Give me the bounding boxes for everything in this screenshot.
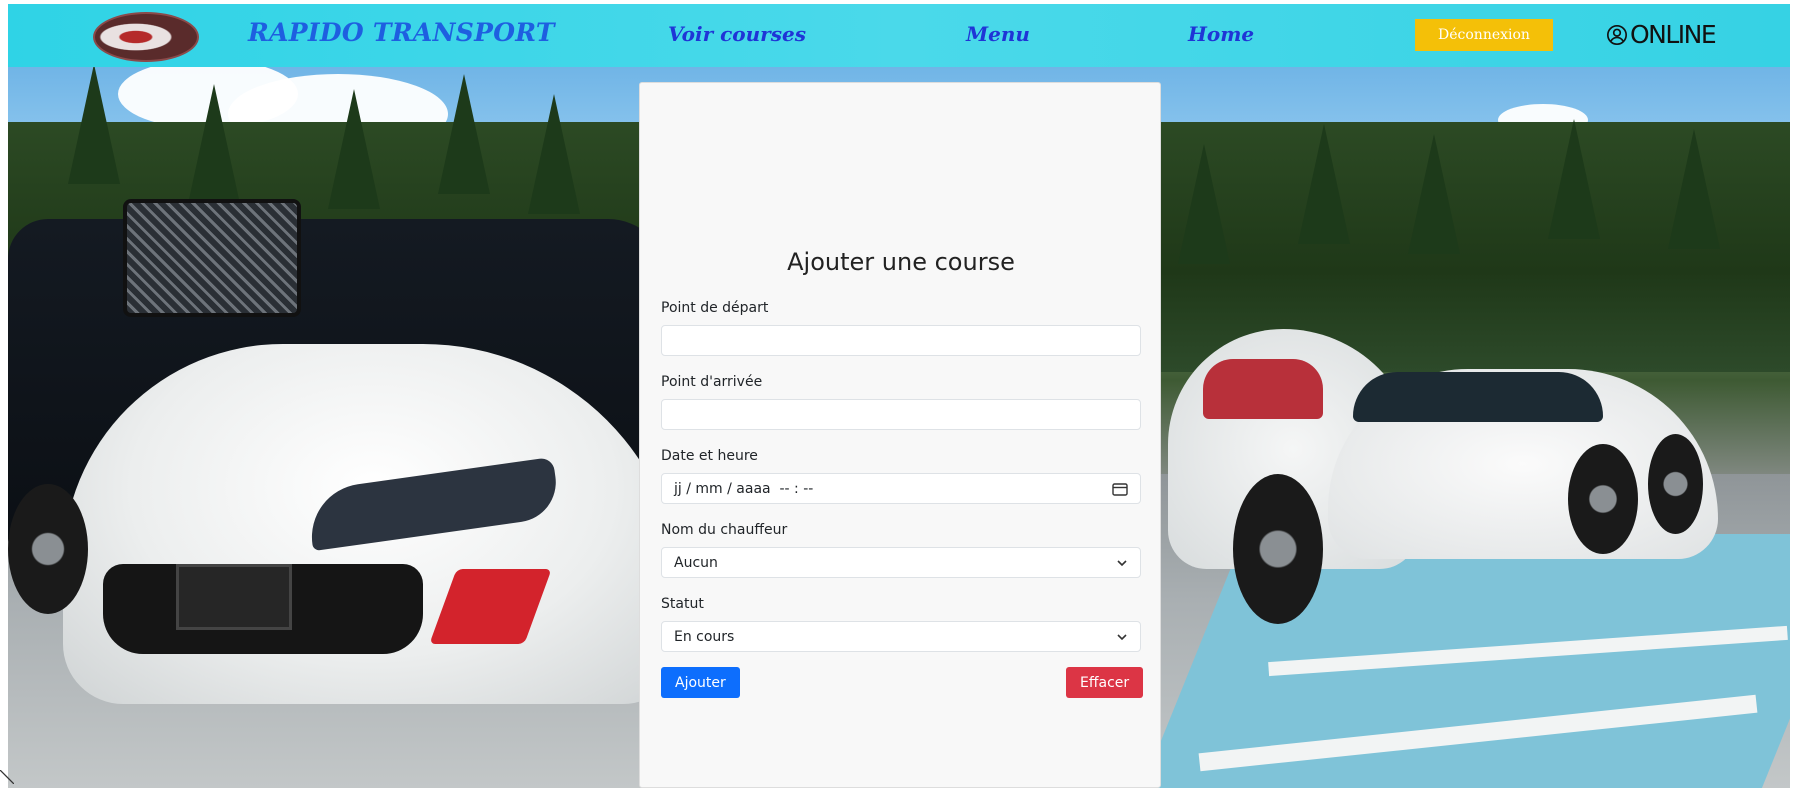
online-status-label: ONLINE [1630,20,1717,49]
nav-link-menu[interactable]: Menu [966,22,1030,46]
clear-button[interactable]: Effacer [1066,667,1144,698]
nav-link-home[interactable]: Home [1188,22,1254,46]
arrivee-input[interactable] [661,399,1141,430]
statut-select[interactable]: En cours [661,621,1141,652]
depart-input[interactable] [661,325,1141,356]
depart-label: Point de départ [661,300,769,316]
add-course-form: Ajouter une course Point de départ Point… [639,82,1161,788]
chauffeur-selected-value: Aucun [674,554,718,571]
brand-link[interactable]: RAPIDO TRANSPORT [248,18,555,47]
chevron-down-icon [1117,559,1127,566]
resize-corner-mark [0,770,14,784]
date-time-input[interactable]: jj / mm / aaaa -- : -- [661,473,1141,504]
statut-selected-value: En cours [674,628,735,645]
date-placeholder: jj / mm / aaaa -- : -- [674,480,814,497]
chevron-down-icon [1117,633,1127,640]
calendar-icon[interactable] [1112,482,1128,496]
chauffeur-label: Nom du chauffeur [661,522,788,538]
app-frame: RAPIDO TRANSPORT Voir courses Menu Home … [8,4,1790,788]
online-status: ONLINE [1606,20,1717,49]
add-button[interactable]: Ajouter [661,667,740,698]
top-navbar: RAPIDO TRANSPORT Voir courses Menu Home … [8,4,1790,67]
arrivee-label: Point d'arrivée [661,374,763,390]
nav-link-voir-courses[interactable]: Voir courses [668,22,806,46]
date-label: Date et heure [661,448,758,464]
chauffeur-select[interactable]: Aucun [661,547,1141,578]
logout-button[interactable]: Déconnexion [1415,19,1553,51]
statut-label: Statut [661,596,704,612]
form-title: Ajouter une course [787,248,1015,276]
user-circle-icon [1607,24,1627,45]
company-logo[interactable] [93,12,199,62]
